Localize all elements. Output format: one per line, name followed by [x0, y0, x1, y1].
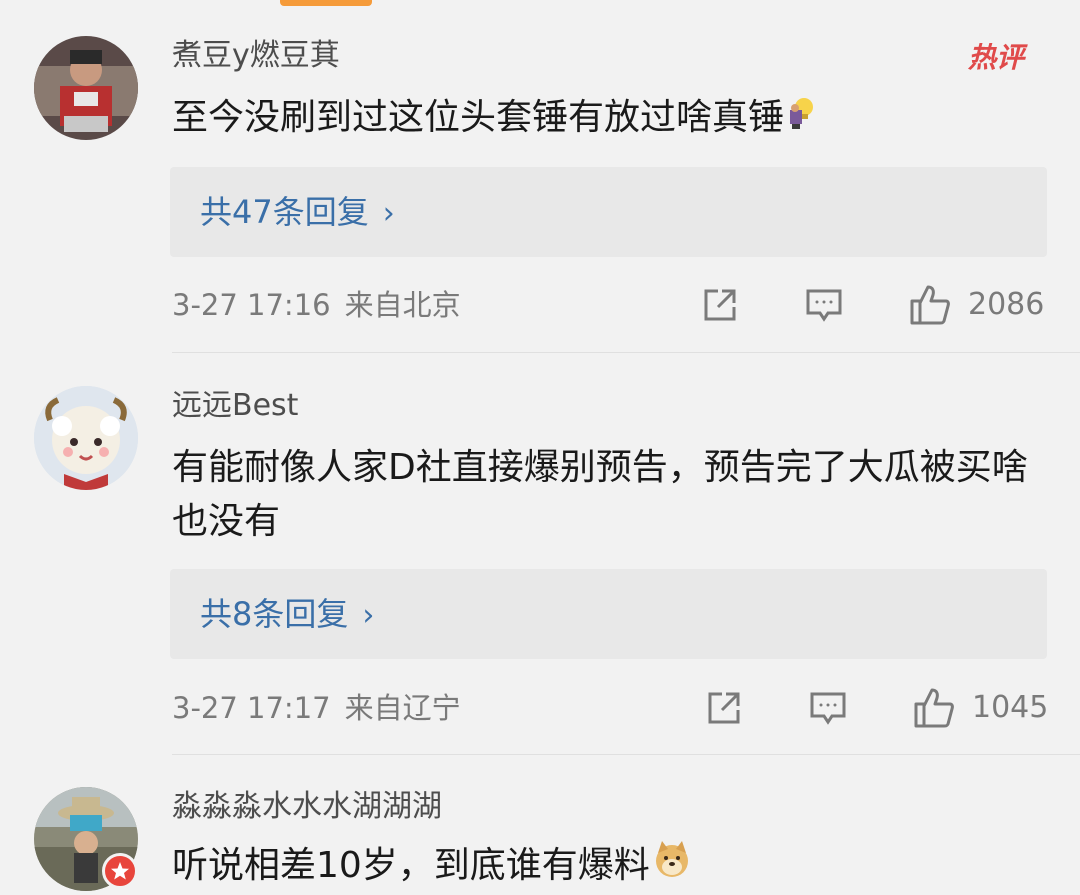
view-replies-link[interactable]: 共47条回复 ›: [200, 191, 395, 235]
reply-comment-icon[interactable]: [804, 285, 844, 325]
divider: [172, 754, 1080, 755]
username[interactable]: 煮豆y燃豆萁: [172, 36, 340, 76]
share-icon[interactable]: [704, 688, 744, 728]
username[interactable]: 远远Best: [172, 386, 298, 426]
replies-count-label: 共47条回复: [200, 193, 369, 231]
username[interactable]: 淼淼淼水水水湖湖湖: [172, 787, 442, 827]
share-icon[interactable]: [700, 285, 740, 325]
hot-comment-badge: 热评: [968, 41, 1025, 74]
comment-text: 听说相差10岁，到底谁有爆料: [172, 839, 1032, 895]
tab-indicator: [280, 0, 372, 6]
replies-box[interactable]: 共47条回复 ›: [170, 167, 1047, 257]
replies-box[interactable]: 共8条回复 ›: [170, 569, 1047, 659]
comment-meta: 3-27 17:17 来自辽宁: [172, 688, 461, 728]
avatar[interactable]: [34, 36, 138, 140]
verified-badge-icon: [102, 853, 138, 889]
avatar[interactable]: [34, 386, 138, 490]
like-count: 1045: [972, 690, 1049, 725]
divider: [172, 352, 1080, 353]
comment-text: 有能耐像人家D社直接爆别预告，预告完了大瓜被买啥也没有: [172, 447, 1028, 542]
comment-location: 来自北京: [344, 288, 461, 322]
comment-text-body: 至今没刷到过这位头套锤有放过啥真锤: [172, 97, 785, 138]
chevron-right-icon: ›: [362, 598, 375, 633]
chevron-right-icon: ›: [382, 196, 395, 231]
replies-count-label: 共8条回复: [200, 595, 349, 633]
comment-location: 来自辽宁: [344, 691, 461, 725]
comment-text-body: 听说相差10岁，到底谁有爆料: [172, 845, 650, 886]
lightbulb-emoji-icon: [786, 92, 816, 146]
comment-text: 至今没刷到过这位头套锤有放过啥真锤: [172, 91, 1032, 146]
view-replies-link[interactable]: 共8条回复 ›: [200, 593, 374, 637]
comment-meta: 3-27 17:16 来自北京: [172, 285, 461, 325]
doge-emoji-icon: [652, 839, 692, 895]
comment-date: 3-27 17:16: [172, 288, 331, 322]
like-icon[interactable]: [908, 283, 952, 327]
reply-comment-icon[interactable]: [808, 688, 848, 728]
comment-date: 3-27 17:17: [172, 691, 331, 725]
like-count: 2086: [968, 287, 1045, 322]
like-icon[interactable]: [912, 686, 956, 730]
